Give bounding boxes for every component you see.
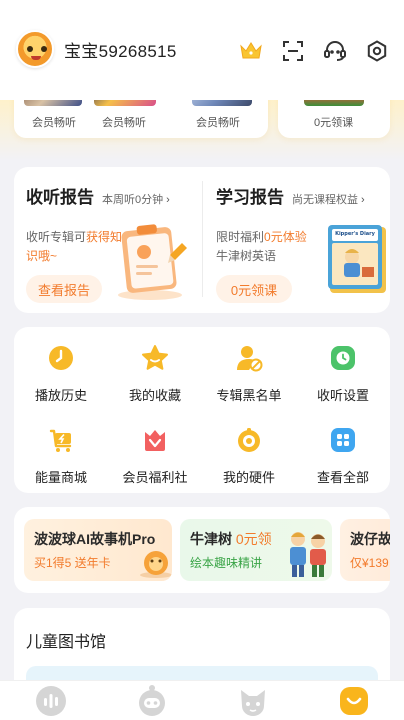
tab-listen[interactable] [21, 681, 81, 720]
free-course-label: 0元领课 [314, 117, 354, 129]
grid-item-label: 播放历史 [34, 388, 87, 403]
star-icon [140, 343, 170, 373]
listen-report-title: 收听报告 [26, 188, 94, 207]
kippers-diary-book-illustration: Kipper's Diary [328, 225, 386, 293]
feature-grid-card: 播放历史 我的收藏 专辑黑名单 收听设置 能量商城 会员福利社 我的硬件 查看全… [14, 327, 390, 493]
grid-item-label: 能量商城 [34, 470, 87, 485]
grid-item-label: 专辑黑名单 [216, 388, 282, 403]
vip-listen-label: 会员畅听 [102, 117, 146, 129]
grid-item-label: 查看全部 [316, 470, 369, 485]
tab-me[interactable] [324, 681, 384, 720]
customer-service-icon[interactable] [322, 38, 348, 64]
crown-icon[interactable] [238, 38, 264, 64]
grid-item-energy-mall[interactable]: 能量商城 [14, 421, 108, 491]
promo-oxford-tree[interactable]: 牛津树 0元领 绘本趣味精讲 [180, 519, 332, 581]
history-icon [46, 343, 76, 373]
listen-tab-icon [35, 685, 66, 716]
promo-story-machine[interactable]: 波波球AI故事机Pro 买1得5 送年卡 [24, 519, 172, 581]
svg-text:Kipper's Diary: Kipper's Diary [335, 231, 376, 237]
vip-listen-label: 会员畅听 [32, 117, 76, 129]
grid-item-album-blacklist[interactable]: 专辑黑名单 [202, 339, 296, 421]
grid-item-label: 收听设置 [316, 388, 369, 403]
clipboard-illustration [118, 224, 187, 300]
promo-carousel: 波波球AI故事机Pro 买1得5 送年卡 牛津树 0元领 绘本趣味精讲 波仔故事… [14, 507, 390, 593]
member-welfare-icon [140, 425, 170, 455]
vip-listen-label: 会员畅听 [196, 117, 240, 129]
grid-item-listen-settings[interactable]: 收听设置 [296, 339, 390, 421]
robot-tab-icon [138, 684, 165, 716]
user-name[interactable]: 宝宝59268515 [64, 37, 177, 62]
free-course-button[interactable]: 0元领课 [216, 275, 292, 303]
study-report-title: 学习报告 [216, 188, 284, 207]
me-tab-icon [339, 686, 368, 715]
promo-subtitle: 仅¥139 赠会 [350, 556, 390, 570]
listen-report-meta[interactable]: 本周听0分钟 [102, 191, 170, 207]
view-report-button[interactable]: 查看报告 [26, 275, 102, 303]
promo-bozai-story[interactable]: 波仔故事 仅¥139 赠会 [340, 519, 390, 581]
grid-item-favorites[interactable]: 我的收藏 [108, 339, 202, 421]
all-apps-icon [328, 425, 358, 455]
bottom-tab-bar [0, 680, 404, 720]
listen-report-desc: 收听专辑可获得知识哦~ [26, 230, 123, 263]
tab-kids[interactable] [223, 681, 283, 720]
library-title: 儿童图书馆 [26, 634, 107, 651]
study-report[interactable]: 学习报告 尚无课程权益 限时福利0元体验 牛津树英语 0元领课 Kipper's… [202, 167, 390, 313]
promo-title: 波波球AI故事机Pro [34, 531, 156, 547]
promo-title: 波仔故事 [350, 531, 390, 547]
grid-item-member-welfare[interactable]: 会员福利社 [108, 421, 202, 491]
study-report-meta[interactable]: 尚无课程权益 [292, 191, 365, 207]
reports-card: 收听报告 本周听0分钟 收听专辑可获得知识哦~ 查看报告 学习报告 尚无课程权益… [14, 167, 390, 313]
settings-icon[interactable] [364, 38, 390, 64]
profile-header: 宝宝59268515 [0, 0, 404, 100]
kids-illustration [290, 532, 326, 577]
listen-settings-icon [328, 343, 358, 373]
grid-item-my-hardware[interactable]: 我的硬件 [202, 421, 296, 491]
study-report-desc: 限时福利0元体验 牛津树英语 [216, 230, 307, 263]
blacklist-icon [234, 343, 264, 373]
grid-item-view-all[interactable]: 查看全部 [296, 421, 390, 491]
grid-item-label: 我的硬件 [222, 470, 275, 485]
tab-robot[interactable] [122, 681, 182, 720]
grid-item-play-history[interactable]: 播放历史 [14, 339, 108, 421]
avatar[interactable] [16, 30, 54, 68]
grid-item-label: 我的收藏 [128, 388, 181, 403]
hardware-icon [234, 425, 264, 455]
story-machine-illustration [140, 551, 172, 578]
scan-icon[interactable] [280, 38, 306, 64]
energy-mall-icon [46, 425, 76, 455]
kids-tab-icon [240, 689, 265, 716]
grid-item-label: 会员福利社 [122, 470, 188, 485]
listen-report[interactable]: 收听报告 本周听0分钟 收听专辑可获得知识哦~ 查看报告 [14, 167, 202, 313]
